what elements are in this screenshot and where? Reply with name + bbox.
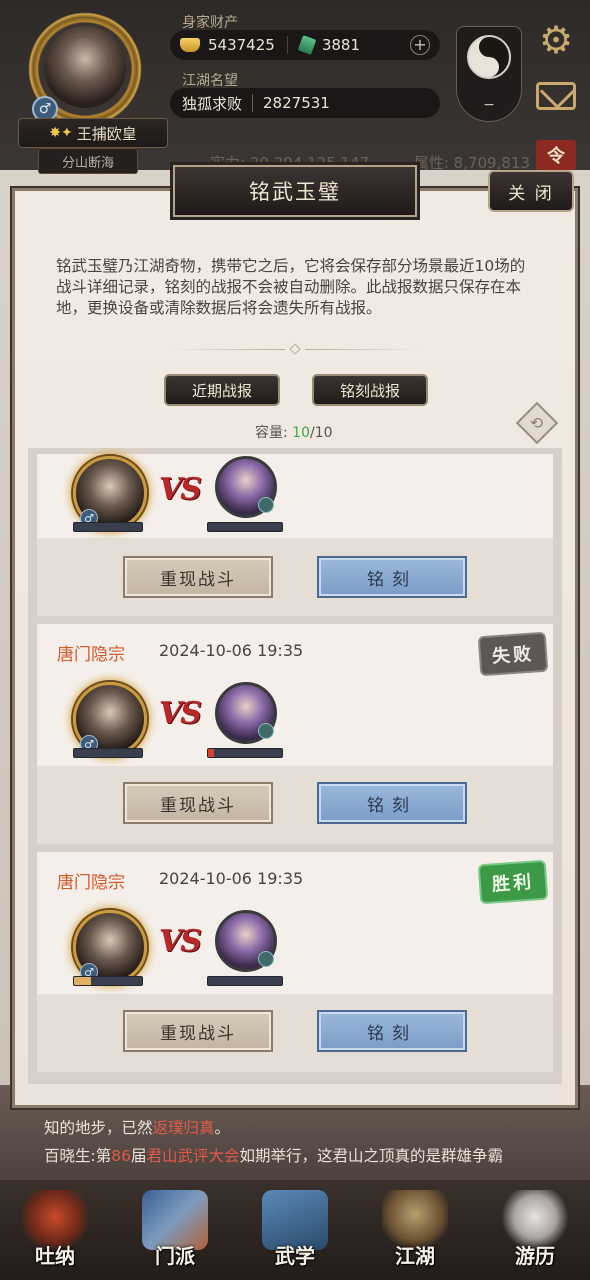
close-button[interactable]: 关 闭 — [488, 170, 574, 212]
mail-icon[interactable] — [536, 82, 576, 110]
nav-label: 吐纳 — [35, 1244, 75, 1268]
tab-recent-reports[interactable]: 近期战报 — [164, 374, 280, 406]
list-item: 唐门隐宗 2024-10-06 19:35 失败 ♂ VS 重现战斗 铭刻 — [37, 624, 553, 844]
nav-label: 游历 — [515, 1244, 555, 1268]
list-item: 唐门隐宗 2024-10-06 19:35 胜利 ♂ VS 重现战斗 铭刻 — [37, 852, 553, 1072]
vs-icon: VS — [159, 924, 202, 959]
list-item: ♂ VS 重现战斗 铭刻 — [37, 454, 553, 616]
player-hp-bar — [73, 976, 143, 986]
tab-engraved-reports[interactable]: 铭刻战报 — [312, 374, 428, 406]
opponent-school: 唐门隐宗 — [57, 873, 125, 893]
status-icon — [258, 723, 274, 739]
gold-value: 5437425 — [208, 36, 275, 54]
vs-icon: VS — [159, 696, 202, 731]
taiji-icon — [467, 35, 511, 79]
capacity-indicator: 容量: 10/10 — [255, 422, 333, 442]
panel-description: 铭武玉璧乃江湖奇物，携带它之后，它将会保存部分场景最近10场的战斗详细记录，铭刻… — [56, 257, 526, 317]
divider — [286, 36, 288, 54]
player-avatar[interactable]: ♂ — [16, 8, 166, 128]
player-hp-bar — [73, 748, 143, 758]
fame-label: 江湖名望 — [182, 73, 238, 89]
nav-label: 武学 — [275, 1244, 315, 1268]
card-footer — [37, 994, 553, 1072]
add-currency-button[interactable]: + — [410, 35, 430, 55]
engrave-button[interactable]: 铭刻 — [317, 1010, 467, 1052]
nav-item-sect[interactable]: 门派 — [130, 1184, 220, 1276]
enemy-hp-bar — [207, 522, 283, 532]
nav-item-travel[interactable]: 游历 — [490, 1184, 580, 1276]
nav-item-tuna[interactable]: 吐纳 — [10, 1184, 100, 1276]
order-tag[interactable]: 令 — [536, 140, 576, 170]
sparkle-icon: ✸✦ — [49, 125, 73, 141]
battle-time: 2024-10-06 19:35 — [159, 869, 304, 888]
battle-time: 2024-10-06 19:35 — [159, 641, 304, 660]
nav-item-jianghu[interactable]: 江湖 — [370, 1184, 460, 1276]
capacity-label: 容量: — [255, 425, 293, 441]
card-footer — [37, 766, 553, 844]
replay-battle-button[interactable]: 重现战斗 — [123, 1010, 273, 1052]
capacity-used: 10 — [292, 425, 310, 441]
news-line: 知的地步，已然返璞归真。 — [44, 1119, 231, 1137]
player-portrait[interactable]: ♂ — [73, 910, 147, 984]
nav-item-martial[interactable]: 武学 — [250, 1184, 340, 1276]
enemy-portrait[interactable] — [215, 456, 277, 518]
jade-icon — [297, 35, 317, 55]
nav-label: 江湖 — [395, 1244, 435, 1268]
player-portrait[interactable]: ♂ — [73, 682, 147, 756]
minus-icon: − — [483, 97, 495, 113]
fame-value: 2827531 — [263, 94, 330, 112]
record-list[interactable]: ♂ VS 重现战斗 铭刻 唐门隐宗 2024-10-06 19:35 失败 ♂ … — [28, 448, 562, 1084]
jade-value: 3881 — [321, 36, 360, 54]
ornament-divider — [170, 343, 420, 355]
replay-battle-button[interactable]: 重现战斗 — [123, 556, 273, 598]
vs-icon: VS — [159, 472, 202, 507]
capacity-total: /10 — [310, 425, 333, 441]
avatar — [44, 26, 126, 108]
fame-bar: 独孤求败 2827531 — [170, 88, 440, 118]
divider — [252, 94, 254, 112]
replay-battle-button[interactable]: 重现战斗 — [123, 782, 273, 824]
title-badge-label: 王捕欧皇 — [76, 124, 137, 143]
result-stamp-victory: 胜利 — [477, 859, 549, 905]
taiji-button[interactable]: − — [456, 26, 522, 122]
enemy-hp-bar — [207, 976, 283, 986]
result-stamp-defeat: 失败 — [477, 631, 549, 677]
sub-title: 分山断海 — [38, 148, 138, 174]
status-icon — [258, 951, 274, 967]
wealth-bar: 5437425 3881 + — [170, 30, 440, 60]
wealth-label: 身家财产 — [182, 15, 238, 31]
status-icon — [258, 497, 274, 513]
news-line: 百晓生:第86届君山武评大会如期举行，这君山之顶真的是群雄争霸 — [44, 1147, 504, 1165]
card-footer — [37, 538, 553, 616]
player-hp-bar — [73, 522, 143, 532]
player-portrait[interactable]: ♂ — [73, 456, 147, 530]
enemy-portrait[interactable] — [215, 682, 277, 744]
nav-label: 门派 — [155, 1244, 195, 1268]
enemy-hp-bar — [207, 748, 283, 758]
fame-title: 独孤求败 — [182, 94, 243, 113]
gold-ingot-icon — [180, 38, 200, 52]
engrave-button[interactable]: 铭刻 — [317, 782, 467, 824]
title-badge[interactable]: ✸✦ 王捕欧皇 — [18, 118, 168, 148]
enemy-portrait[interactable] — [215, 910, 277, 972]
engrave-button[interactable]: 铭刻 — [317, 556, 467, 598]
panel-title: 铭武玉璧 — [173, 165, 417, 217]
opponent-school: 唐门隐宗 — [57, 645, 125, 665]
gear-icon[interactable]: ⚙ — [536, 20, 576, 60]
